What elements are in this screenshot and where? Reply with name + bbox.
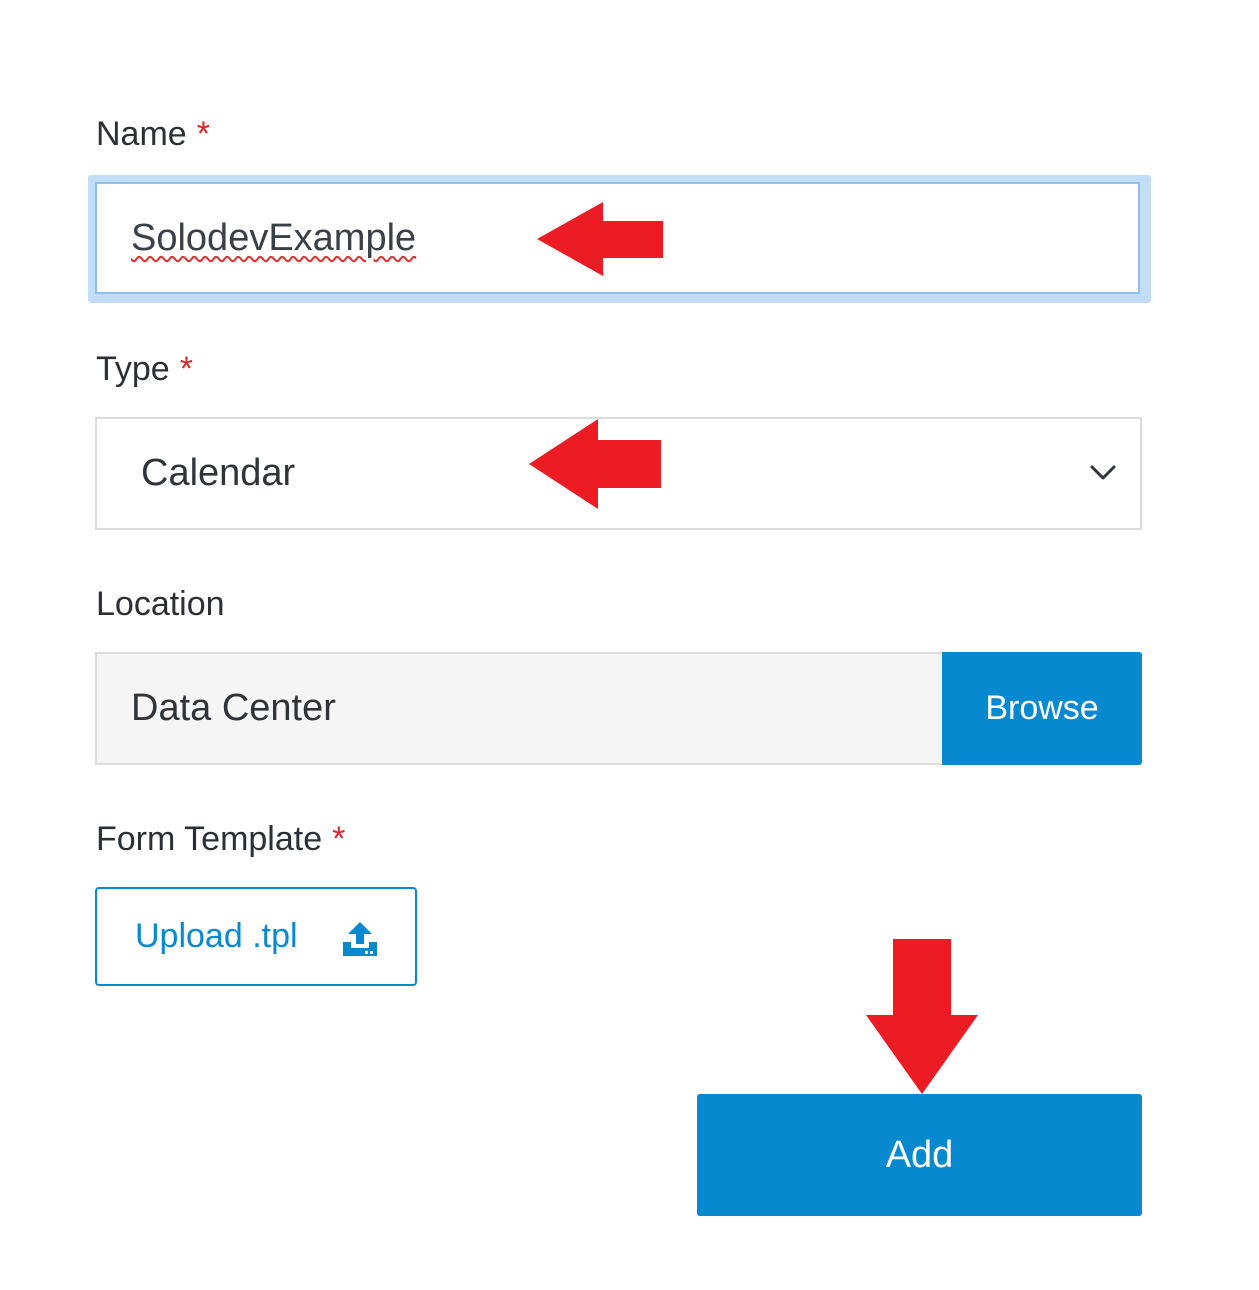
red-arrow-icon xyxy=(529,419,661,509)
required-marker: * xyxy=(179,350,193,388)
name-label-text: Name xyxy=(96,115,187,153)
upload-icon xyxy=(343,922,377,956)
upload-template-button[interactable]: Upload .tpl xyxy=(95,887,417,986)
add-item-form: Name * SolodevExample Type * Calendar Loca… xyxy=(0,0,1259,1290)
red-arrow-icon xyxy=(537,202,663,276)
name-label: Name * xyxy=(96,114,210,154)
browse-button[interactable]: Browse xyxy=(942,652,1142,765)
required-marker: * xyxy=(196,115,210,153)
location-value: Data Center xyxy=(131,687,336,729)
type-select-value: Calendar xyxy=(141,452,296,494)
red-arrow-icon xyxy=(866,939,978,1094)
form-template-label-text: Form Template xyxy=(96,820,323,858)
location-label: Location xyxy=(96,585,225,623)
form-template-label: Form Template * xyxy=(96,819,345,859)
add-button[interactable]: Add xyxy=(697,1094,1142,1216)
type-label: Type * xyxy=(96,349,193,389)
required-marker: * xyxy=(332,820,346,858)
upload-button-label: Upload .tpl xyxy=(135,917,298,955)
type-label-text: Type xyxy=(96,350,170,388)
location-field: Data Center xyxy=(95,652,944,765)
name-input-value: SolodevExample xyxy=(131,216,417,259)
chevron-down-icon xyxy=(1090,465,1116,480)
